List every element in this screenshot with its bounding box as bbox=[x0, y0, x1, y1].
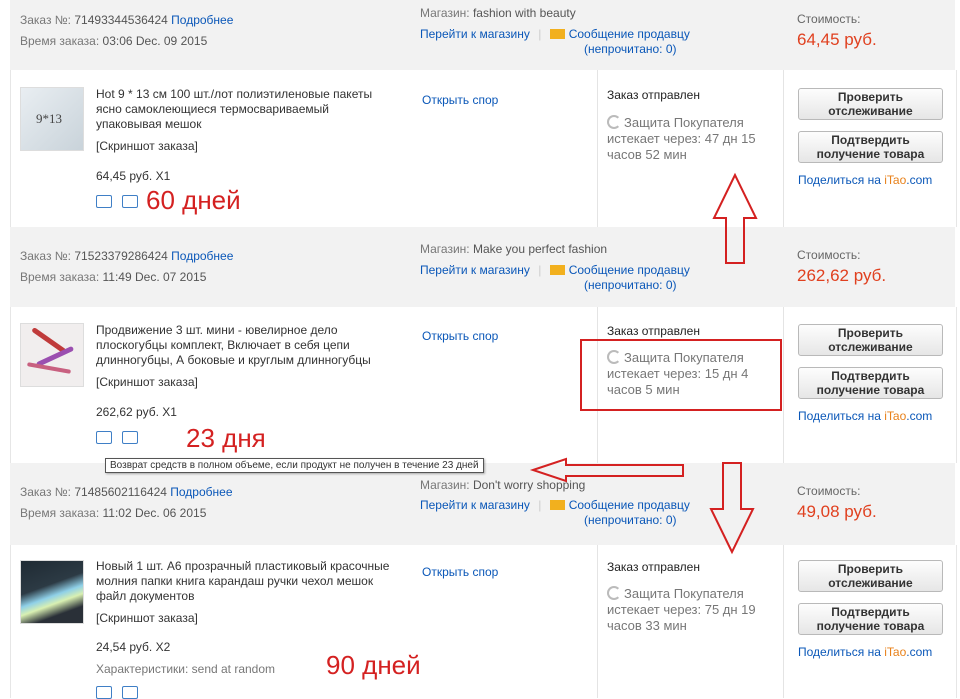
up-arrow bbox=[712, 172, 758, 264]
annotation-arrows bbox=[529, 172, 758, 555]
left-arrow bbox=[529, 457, 684, 483]
down-arrow bbox=[709, 462, 755, 555]
